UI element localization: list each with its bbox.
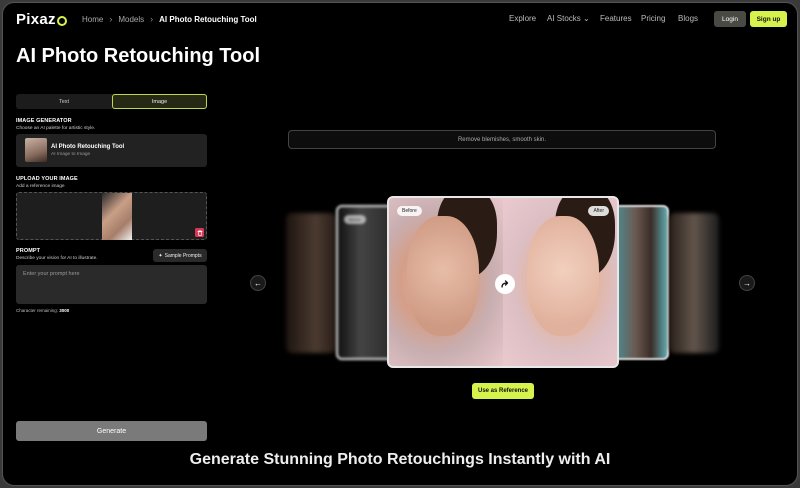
- logo-o-icon: [56, 15, 67, 26]
- image-generator-title: IMAGE GENERATOR: [16, 118, 72, 124]
- sample-prompts-button[interactable]: ✦ Sample Prompts: [153, 249, 207, 262]
- prompt-input[interactable]: [16, 265, 207, 304]
- before-image: [389, 198, 503, 366]
- model-subtitle: AI Image to Image: [51, 152, 91, 157]
- model-name: AI Photo Retouching Tool: [51, 144, 125, 150]
- model-thumbnail: [25, 138, 47, 162]
- menu-pricing[interactable]: Pricing: [641, 14, 665, 23]
- generate-button[interactable]: Generate: [16, 421, 207, 441]
- prompt-subtitle: Describe your vision for AI to illustrat…: [16, 256, 98, 261]
- app-window: Pixaz Home › Models › AI Photo Retouchin…: [2, 2, 798, 486]
- carousel-card-far-left[interactable]: [286, 213, 336, 353]
- tab-image[interactable]: Image: [112, 94, 207, 109]
- signup-button[interactable]: Sign up: [750, 11, 787, 27]
- trash-icon[interactable]: [195, 228, 204, 237]
- uploaded-image-preview: [102, 193, 132, 240]
- upload-subtitle: Add a reference image: [16, 184, 65, 189]
- logo[interactable]: Pixaz: [16, 11, 67, 28]
- upload-dropzone[interactable]: [16, 192, 207, 240]
- character-counter: Character remaining: 3000: [16, 308, 69, 313]
- menu-ai-stocks-label: AI Stocks: [547, 14, 581, 23]
- breadcrumb-models[interactable]: Models: [118, 15, 144, 24]
- before-tag-left: Before: [344, 215, 366, 224]
- breadcrumb-current: AI Photo Retouching Tool: [159, 14, 257, 24]
- model-selector[interactable]: AI Photo Retouching Tool AI Image to Ima…: [16, 134, 207, 167]
- swap-arrow-icon[interactable]: [495, 274, 515, 294]
- char-remaining-count: 3000: [59, 308, 70, 313]
- before-tag: Before: [397, 206, 422, 216]
- image-generator-subtitle: Choose an AI palette for artistic style.: [16, 126, 96, 131]
- chevron-down-icon: ⌄: [583, 14, 590, 23]
- breadcrumb-home[interactable]: Home: [82, 15, 103, 24]
- use-as-reference-button[interactable]: Use as Reference: [472, 383, 534, 399]
- logo-text: Pixaz: [16, 11, 56, 28]
- char-remaining-label: Character remaining:: [16, 308, 59, 313]
- menu-ai-stocks[interactable]: AI Stocks ⌄: [547, 14, 590, 23]
- before-face: [407, 216, 479, 336]
- after-tag: After: [588, 206, 609, 216]
- sparkle-icon: ✦: [158, 252, 163, 259]
- mode-tabs: Text Image: [16, 94, 207, 109]
- breadcrumb: Home › Models › AI Photo Retouching Tool: [82, 14, 257, 24]
- menu-blogs[interactable]: Blogs: [678, 14, 698, 23]
- after-image: [503, 198, 617, 366]
- carousel-card-far-right[interactable]: [669, 213, 719, 353]
- menu-explore[interactable]: Explore: [509, 14, 536, 23]
- top-nav: Pixaz Home › Models › AI Photo Retouchin…: [3, 3, 797, 35]
- arrow-right-icon[interactable]: →: [739, 275, 755, 291]
- before-after-card[interactable]: Before After: [387, 196, 619, 368]
- section-heading: Generate Stunning Photo Retouchings Inst…: [189, 451, 611, 468]
- page-title: AI Photo Retouching Tool: [16, 45, 261, 67]
- prompt-title: PROMPT: [16, 248, 41, 254]
- menu-features[interactable]: Features: [600, 14, 632, 23]
- upload-title: UPLOAD YOUR IMAGE: [16, 176, 78, 182]
- login-button[interactable]: Login: [714, 11, 746, 27]
- carousel-card-right[interactable]: [612, 205, 669, 360]
- tab-text[interactable]: Text: [16, 94, 112, 109]
- sample-prompts-label: Sample Prompts: [164, 252, 202, 259]
- prompt-display: Remove blemishes, smooth skin.: [288, 130, 716, 149]
- after-face: [527, 216, 599, 336]
- chevron-right-icon: ›: [150, 14, 154, 24]
- arrow-left-icon[interactable]: ←: [250, 275, 266, 291]
- chevron-right-icon: ›: [109, 14, 113, 24]
